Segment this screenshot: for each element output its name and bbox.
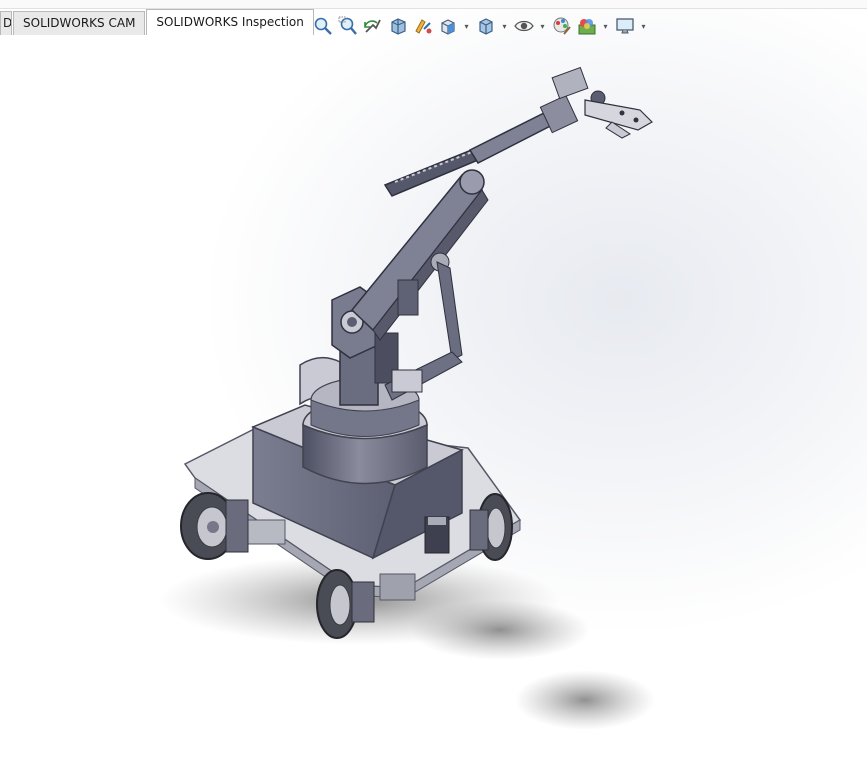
robot-assembly-model[interactable] [0, 0, 867, 761]
forearm [383, 104, 570, 197]
wrist-gripper [539, 66, 653, 139]
upper-arm [350, 173, 489, 341]
wheel-rear-left [180, 492, 249, 560]
